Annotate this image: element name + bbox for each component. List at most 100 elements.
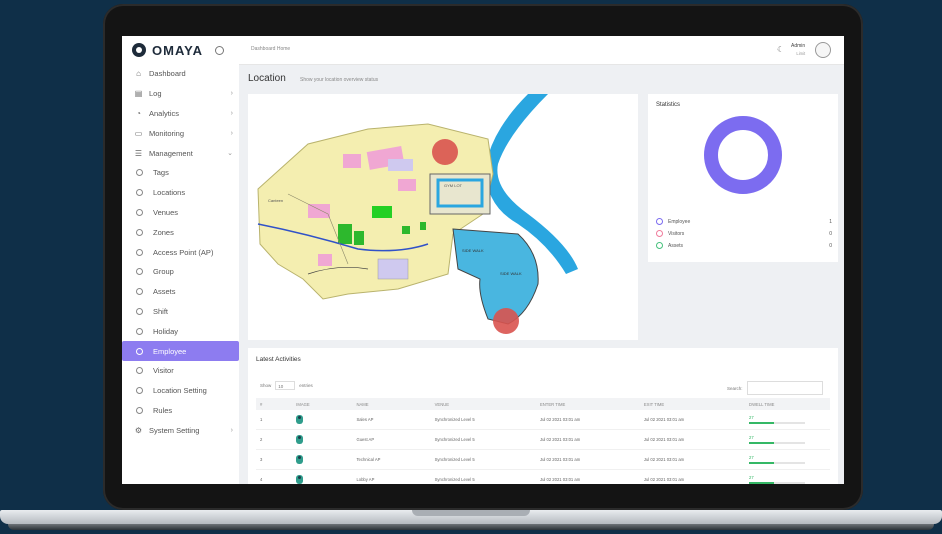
row-venue: Synchronized Level 5 xyxy=(430,469,536,484)
user-info[interactable]: Admin Limit xyxy=(791,43,805,58)
activities-title: Latest Activities xyxy=(256,356,301,363)
statistics-donut[interactable] xyxy=(698,110,788,200)
search-label: Search: xyxy=(727,385,743,391)
dwell-value: 27 xyxy=(749,415,754,420)
theme-toggle-icon[interactable]: ☾ xyxy=(777,45,784,54)
row-enter-time: Jul 02 2021 03:01 am xyxy=(535,469,640,484)
sidebar-item-venues[interactable]: Venues xyxy=(122,203,239,223)
sidebar-item-employee[interactable]: Employee xyxy=(122,341,239,361)
sidebar-item-system-setting[interactable]: ⚙ System Setting › xyxy=(122,420,239,440)
sidebar-item-holiday[interactable]: Holiday xyxy=(122,321,239,341)
legend-swatch xyxy=(656,218,663,225)
breadcrumb[interactable]: Dashboard Home xyxy=(251,46,290,52)
bullet-icon xyxy=(136,189,143,197)
row-dwell-time: 27 xyxy=(745,469,830,484)
sidebar-item-analytics[interactable]: ◔ Analytics › xyxy=(122,104,239,124)
table-row[interactable]: 1 Sales AP Synchronized Level 5 Jul 02 2021… xyxy=(256,410,830,430)
donut-ring-employee[interactable] xyxy=(704,116,782,194)
site-map-image: Canteen GYM LOT SIDE WALK SIDE WALK xyxy=(248,94,638,340)
legend-item-employee[interactable]: Employee 1 xyxy=(656,218,832,225)
sidebar-item-shift[interactable]: Shift xyxy=(122,302,239,322)
row-number: 1 xyxy=(256,410,293,430)
sidebar-item-assets[interactable]: Assets xyxy=(122,282,239,302)
bullet-icon xyxy=(136,387,143,395)
legend-value: 0 xyxy=(829,230,832,237)
row-exit-time: Jul 02 2021 03:01 am xyxy=(639,469,746,484)
entries-label: entries xyxy=(299,383,313,388)
row-name: Lobby AP xyxy=(352,469,431,484)
map-label: SIDE WALK xyxy=(462,248,484,253)
sidebar-item-management[interactable]: ☰ Management ⌄ xyxy=(122,143,239,163)
sidebar-item-dashboard[interactable]: ⌂ Dashboard xyxy=(122,64,239,84)
app-screen: OMAYA ⌂ Dashboard ▤ Log › ◔ Analytics › ▭ Monitor… xyxy=(122,36,844,484)
table-header-row: # IMAGE NAME VENUE ENTER TIME EXIT TIME DWELL … xyxy=(256,398,830,410)
sidebar-nav: ⌂ Dashboard ▤ Log › ◔ Analytics › ▭ Monitoring › ☰ M… xyxy=(122,64,239,440)
row-name: Sales AP xyxy=(352,410,431,430)
sidebar-item-label: Zones xyxy=(153,227,174,237)
sidebar-item-monitoring[interactable]: ▭ Monitoring › xyxy=(122,123,239,143)
table-row[interactable]: 2 Guest AP Synchronized Level 5 Jul 02 2021… xyxy=(256,429,830,450)
row-number: 2 xyxy=(256,429,293,450)
sidebar-item-label: Holiday xyxy=(153,326,179,336)
sidebar-item-visitor[interactable]: Visitor xyxy=(122,361,239,381)
legend-item-assets[interactable]: Assets 0 xyxy=(656,242,832,249)
row-enter-time: Jul 02 2021 03:01 am xyxy=(535,410,640,430)
sidebar-item-label: Monitoring xyxy=(149,128,185,138)
row-exit-time: Jul 02 2021 03:01 am xyxy=(639,410,746,430)
sidebar-item-tags[interactable]: Tags xyxy=(122,163,239,183)
sidebar-item-rules[interactable]: Rules xyxy=(122,401,239,421)
row-venue: Synchronized Level 5 xyxy=(430,410,536,430)
sidebar-item-access-point-ap[interactable]: Access Point (AP) xyxy=(122,242,239,262)
dwell-progress-bar xyxy=(749,462,806,464)
column-header[interactable]: ENTER TIME xyxy=(535,398,640,410)
column-header[interactable]: # xyxy=(256,398,293,410)
table-row[interactable]: 4 Lobby AP Synchronized Level 5 Jul 02 2021… xyxy=(256,469,830,484)
sidebar-item-log[interactable]: ▤ Log › xyxy=(122,84,239,104)
sidebar-item-locations[interactable]: Locations xyxy=(122,183,239,203)
sidebar-item-location-setting[interactable]: Location Setting xyxy=(122,381,239,401)
statistics-title: Statistics xyxy=(656,102,681,108)
row-venue: Synchronized Level 5 xyxy=(430,449,536,470)
sidebar-item-label: Access Point (AP) xyxy=(153,247,214,257)
map-label: Canteen xyxy=(268,198,283,203)
legend-value: 1 xyxy=(829,218,832,225)
row-image xyxy=(292,410,353,430)
bullet-icon xyxy=(136,367,143,375)
sidebar-item-label: Assets xyxy=(153,287,176,297)
column-header[interactable]: EXIT TIME xyxy=(639,398,746,410)
show-label: Show xyxy=(260,383,272,388)
sidebar-item-zones[interactable]: Zones xyxy=(122,222,239,242)
sidebar-item-label: Log xyxy=(149,89,162,99)
legend-item-visitors[interactable]: Visitors 0 xyxy=(656,230,832,237)
sidebar-toggle-icon[interactable] xyxy=(215,45,225,55)
sidebar-item-label: Dashboard xyxy=(149,69,186,79)
sidebar: OMAYA ⌂ Dashboard ▤ Log › ◔ Analytics › ▭ Monitor… xyxy=(122,36,239,484)
avatar[interactable] xyxy=(815,42,831,58)
chevron-right-icon: › xyxy=(230,426,233,434)
analytics-icon: ◔ xyxy=(136,108,141,118)
bullet-icon xyxy=(136,347,143,355)
column-header[interactable]: NAME xyxy=(352,398,431,410)
column-header[interactable]: IMAGE xyxy=(292,398,353,410)
person-avatar-icon xyxy=(296,434,304,444)
dwell-progress-bar xyxy=(749,422,806,424)
row-dwell-time: 27 xyxy=(745,429,830,450)
dwell-progress-fill xyxy=(749,442,775,444)
row-dwell-time: 27 xyxy=(745,449,830,470)
sidebar-item-group[interactable]: Group xyxy=(122,262,239,282)
search-input[interactable] xyxy=(746,381,823,395)
entries-select[interactable]: 10 xyxy=(275,381,296,390)
dwell-value: 27 xyxy=(749,435,754,440)
activities-table: # IMAGE NAME VENUE ENTER TIME EXIT TIME DWELL … xyxy=(256,398,830,484)
brand[interactable]: OMAYA xyxy=(122,36,239,64)
row-name: Technical AP xyxy=(352,449,431,470)
column-header[interactable]: DWELL TIME xyxy=(745,398,830,410)
person-avatar-icon xyxy=(296,454,304,464)
dwell-progress-bar xyxy=(749,442,806,444)
table-row[interactable]: 3 Technical AP Synchronized Level 5 Jul 02 … xyxy=(256,449,830,470)
column-header[interactable]: VENUE xyxy=(430,398,536,410)
row-exit-time: Jul 02 2021 03:01 am xyxy=(639,429,746,450)
dwell-value: 27 xyxy=(749,475,754,480)
sidebar-item-label: Analytics xyxy=(149,108,180,118)
location-map[interactable]: Canteen GYM LOT SIDE WALK SIDE WALK xyxy=(248,94,638,340)
